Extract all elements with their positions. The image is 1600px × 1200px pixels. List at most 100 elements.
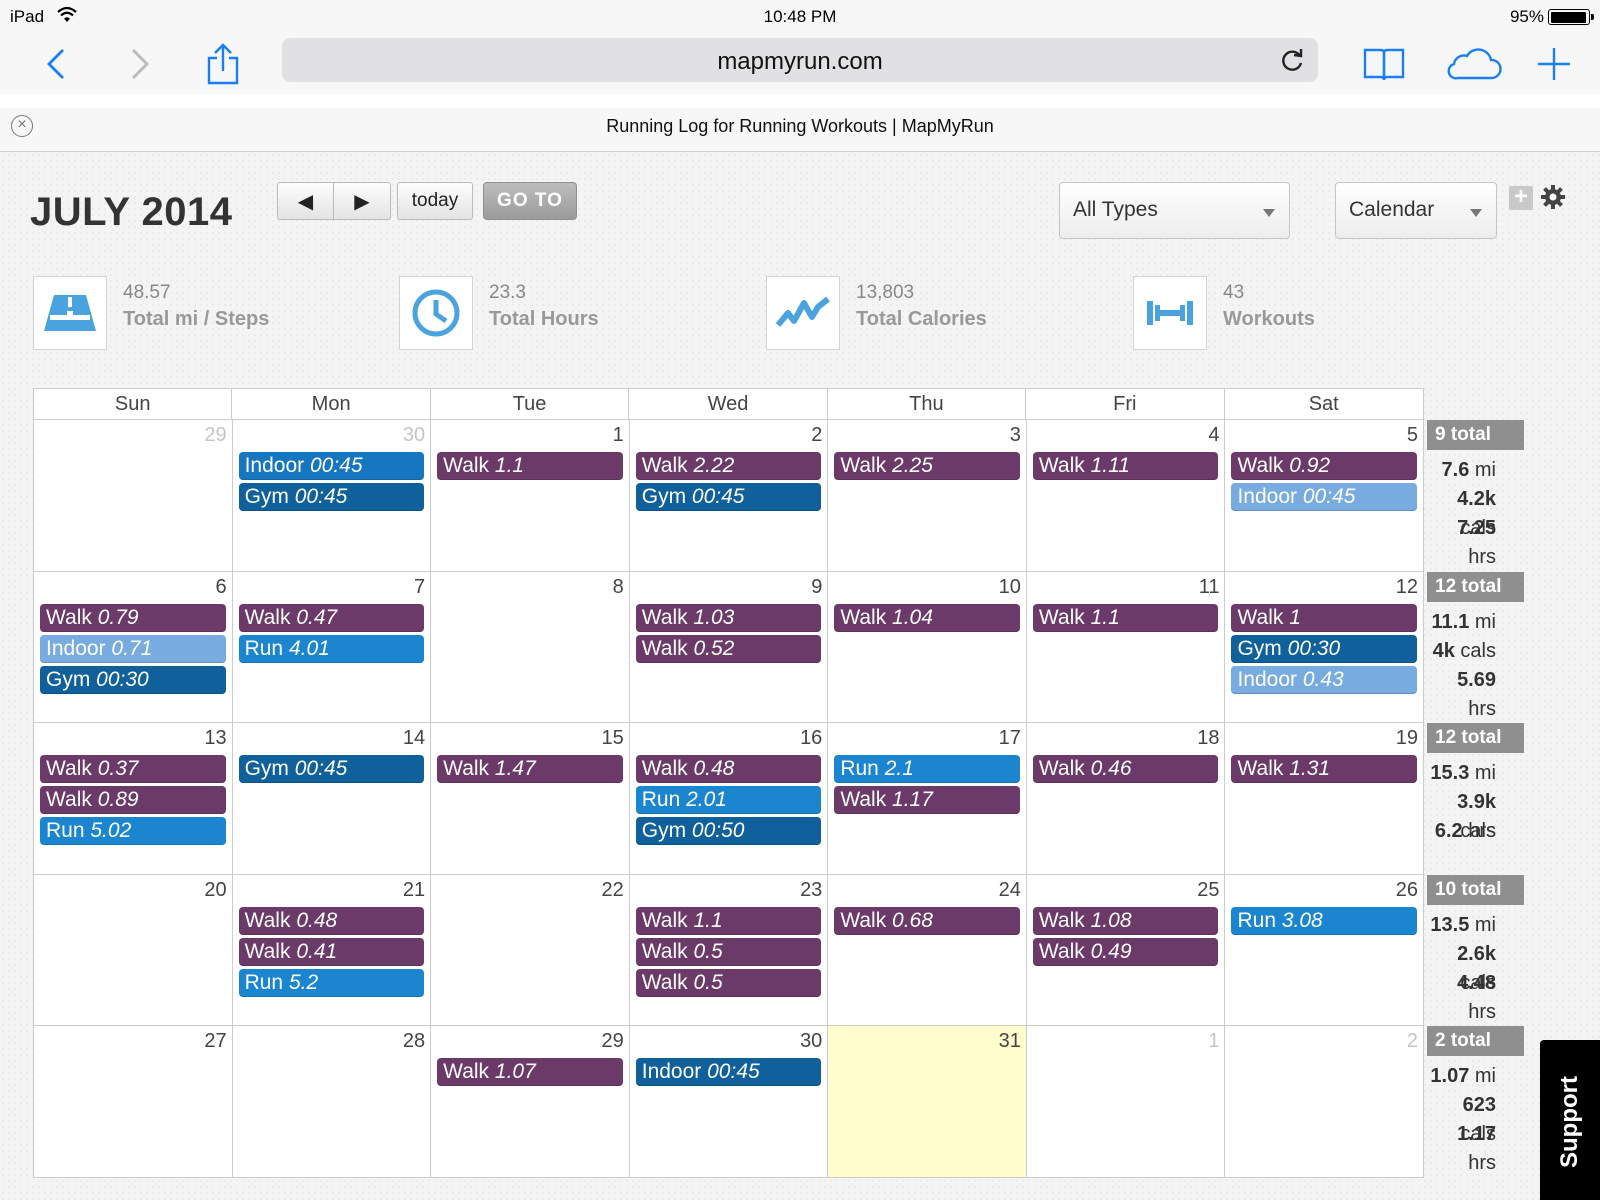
share-button[interactable] xyxy=(193,34,253,94)
bookmarks-button[interactable] xyxy=(1354,34,1414,94)
calendar-day[interactable]: 19 Walk 1.31 xyxy=(1225,723,1425,875)
workout-entry[interactable]: Walk 1.07 xyxy=(437,1058,623,1086)
calendar-day[interactable]: 1 xyxy=(1026,1026,1226,1178)
workout-entry[interactable]: Gym 00:45 xyxy=(635,483,822,511)
workout-entry[interactable]: Indoor 0.71 xyxy=(40,634,226,663)
workout-entry[interactable]: Run 2.01 xyxy=(635,786,822,814)
calendar-day[interactable]: 2 xyxy=(1225,1026,1425,1178)
calendar-day[interactable]: 14 Gym 00:45 xyxy=(232,723,432,875)
calendar-day[interactable]: 29 Walk 1.07 xyxy=(431,1026,630,1178)
workout-entry[interactable]: Walk 0.92 xyxy=(1231,452,1418,480)
calendar-day[interactable]: 4 Walk 1.11 xyxy=(1026,420,1226,572)
forward-button[interactable] xyxy=(110,34,170,94)
workout-entry[interactable]: Run 2.1 xyxy=(834,755,1020,783)
workout-entry[interactable]: Walk 1.08 xyxy=(1032,906,1219,935)
workout-entry[interactable]: Walk 1.1 xyxy=(635,906,822,935)
workout-entry[interactable]: Walk 0.47 xyxy=(238,603,425,632)
workout-entry[interactable]: Run 3.08 xyxy=(1231,906,1418,935)
workout-entry[interactable]: Walk 1 xyxy=(1231,603,1418,632)
calendar-day[interactable]: 3 Walk 2.25 xyxy=(828,420,1027,572)
calendar-day[interactable]: 12 Walk 1 Gym 00:30 Indoor 0.43 xyxy=(1225,571,1425,723)
previous-month-button[interactable]: ◀ xyxy=(277,182,334,220)
calendar-day[interactable]: 30 Indoor 00:45 Gym 00:45 xyxy=(232,420,432,572)
address-bar[interactable]: mapmyrun.com xyxy=(282,38,1318,82)
calendar-day[interactable]: 16 Walk 0.48 Run 2.01 Gym 00:50 xyxy=(629,723,829,875)
calendar-day[interactable]: 29 xyxy=(34,420,233,572)
workout-entry[interactable]: Walk 1.04 xyxy=(834,603,1020,632)
view-select[interactable]: Calendar xyxy=(1335,182,1497,239)
week-total-badge[interactable]: 12 total xyxy=(1427,723,1524,753)
calendar-day[interactable]: 20 xyxy=(34,874,233,1026)
workout-entry[interactable]: Run 5.2 xyxy=(238,968,425,997)
calendar-day[interactable]: 2 Walk 2.22 Gym 00:45 xyxy=(629,420,829,572)
workout-entry[interactable]: Walk 1.11 xyxy=(1032,452,1219,480)
workout-entry[interactable]: Walk 0.5 xyxy=(635,968,822,997)
workout-entry[interactable]: Walk 1.17 xyxy=(834,786,1020,814)
calendar-day[interactable]: 8 xyxy=(431,571,630,723)
calendar-day[interactable]: 7 Walk 0.47 Run 4.01 xyxy=(232,571,432,723)
workout-entry[interactable]: Walk 2.25 xyxy=(834,452,1020,480)
calendar-day[interactable]: 11 Walk 1.1 xyxy=(1026,571,1226,723)
workout-entry[interactable]: Walk 0.5 xyxy=(635,937,822,966)
workout-entry[interactable]: Walk 0.89 xyxy=(40,786,226,814)
calendar-day[interactable]: 22 xyxy=(431,874,630,1026)
workout-entry[interactable]: Indoor 00:45 xyxy=(635,1058,822,1086)
workout-entry[interactable]: Run 5.02 xyxy=(40,817,226,845)
workout-entry[interactable]: Walk 0.79 xyxy=(40,603,226,632)
calendar-day[interactable]: 25 Walk 1.08 Walk 0.49 xyxy=(1026,874,1226,1026)
calendar-day[interactable]: 1 Walk 1.1 xyxy=(431,420,630,572)
workout-entry[interactable]: Walk 0.49 xyxy=(1032,937,1219,966)
workout-entry[interactable]: Walk 0.41 xyxy=(238,937,425,966)
calendar-day[interactable]: 30 Indoor 00:45 xyxy=(629,1026,829,1178)
calendar-day[interactable]: 24 Walk 0.68 xyxy=(828,874,1027,1026)
reload-icon[interactable] xyxy=(1278,46,1306,74)
add-workout-button[interactable]: + xyxy=(1509,185,1533,210)
calendar-day[interactable]: 23 Walk 1.1 Walk 0.5 Walk 0.5 xyxy=(629,874,829,1026)
workout-entry[interactable]: Walk 1.47 xyxy=(437,755,623,783)
workout-entry[interactable]: Walk 0.48 xyxy=(635,755,822,783)
workout-entry[interactable]: Run 4.01 xyxy=(238,634,425,663)
week-total-badge[interactable]: 10 total xyxy=(1427,874,1524,905)
workout-entry[interactable]: Gym 00:45 xyxy=(238,755,425,783)
calendar-day[interactable]: 26 Run 3.08 xyxy=(1225,874,1425,1026)
workout-entry[interactable]: Gym 00:30 xyxy=(1231,634,1418,663)
workout-entry[interactable]: Indoor 0.43 xyxy=(1231,665,1418,694)
workout-entry[interactable]: Gym 00:45 xyxy=(238,483,425,511)
support-tab[interactable]: Support xyxy=(1540,1040,1600,1200)
calendar-day[interactable]: 15 Walk 1.47 xyxy=(431,723,630,875)
workout-type-select[interactable]: All Types xyxy=(1059,182,1290,239)
workout-entry[interactable]: Indoor 00:45 xyxy=(238,452,425,480)
calendar-day[interactable]: 27 xyxy=(34,1026,233,1178)
week-total-badge[interactable]: 12 total xyxy=(1427,571,1524,602)
goto-button[interactable]: GO TO xyxy=(483,182,577,220)
new-tab-button[interactable] xyxy=(1524,34,1584,94)
workout-entry[interactable]: Walk 1.1 xyxy=(1032,603,1219,632)
gear-icon[interactable] xyxy=(1540,184,1566,210)
calendar-day[interactable]: 6 Walk 0.79 Indoor 0.71 Gym 00:30 xyxy=(34,571,233,723)
today-button[interactable]: today xyxy=(397,182,473,220)
workout-entry[interactable]: Gym 00:30 xyxy=(40,665,226,694)
tab-title[interactable]: Running Log for Running Workouts | MapMy… xyxy=(0,116,1600,137)
calendar-day[interactable]: 18 Walk 0.46 xyxy=(1026,723,1226,875)
workout-entry[interactable]: Walk 0.48 xyxy=(238,906,425,935)
week-total-badge[interactable]: 9 total xyxy=(1427,420,1524,450)
back-button[interactable] xyxy=(26,34,86,94)
workout-entry[interactable]: Walk 0.68 xyxy=(834,906,1020,935)
workout-entry[interactable]: Walk 1.1 xyxy=(437,452,623,480)
workout-entry[interactable]: Walk 0.46 xyxy=(1032,755,1219,783)
workout-entry[interactable]: Walk 0.37 xyxy=(40,755,226,783)
calendar-day[interactable]: 10 Walk 1.04 xyxy=(828,571,1027,723)
workout-entry[interactable]: Walk 1.03 xyxy=(635,603,822,632)
workout-entry[interactable]: Walk 1.31 xyxy=(1231,755,1418,783)
calendar-day[interactable]: 9 Walk 1.03 Walk 0.52 xyxy=(629,571,829,723)
calendar-day[interactable]: 28 xyxy=(232,1026,432,1178)
workout-entry[interactable]: Walk 2.22 xyxy=(635,452,822,480)
calendar-day[interactable]: 17 Run 2.1 Walk 1.17 xyxy=(828,723,1027,875)
calendar-day[interactable]: 5 Walk 0.92 Indoor 00:45 xyxy=(1225,420,1425,572)
calendar-day-today[interactable]: 31 xyxy=(828,1026,1027,1178)
week-total-badge[interactable]: 2 total xyxy=(1427,1026,1524,1056)
calendar-day[interactable]: 21 Walk 0.48 Walk 0.41 Run 5.2 xyxy=(232,874,432,1026)
workout-entry[interactable]: Gym 00:50 xyxy=(635,817,822,845)
icloud-tabs-button[interactable] xyxy=(1444,34,1504,94)
next-month-button[interactable]: ▶ xyxy=(334,182,391,220)
